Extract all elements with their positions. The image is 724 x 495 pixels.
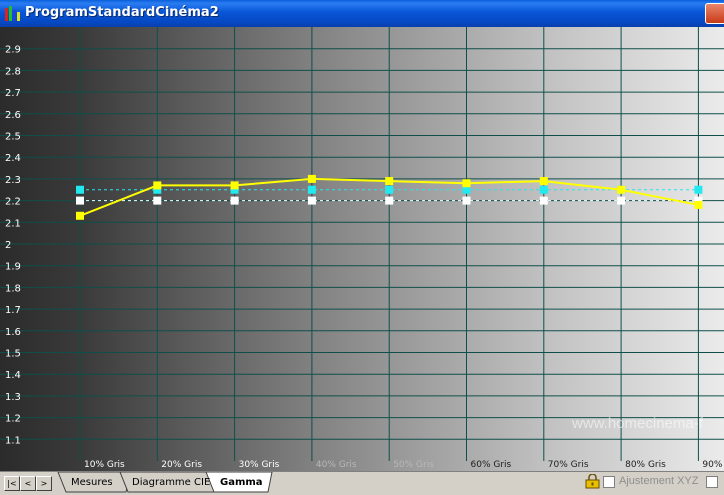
y-tick-label: 2.6: [5, 110, 21, 121]
y-tick-label: 2.7: [5, 88, 21, 99]
y-tick-label: 1.5: [5, 349, 21, 360]
y-tick-label: 2.3: [5, 175, 21, 186]
x-tick-label: 70% Gris: [548, 460, 589, 470]
x-tick-label: 40% Gris: [316, 460, 357, 470]
data-point-measured: [617, 185, 626, 194]
x-tick-label: 50% Gris: [393, 460, 434, 470]
data-point-measured: [462, 179, 471, 188]
x-tick-label: 90%: [702, 460, 722, 470]
close-button[interactable]: [705, 3, 724, 24]
data-point-measured: [539, 177, 548, 186]
xyz-adjust-checkbox[interactable]: [603, 476, 615, 488]
y-tick-label: 1.9: [5, 262, 21, 273]
y-tick-label: 1.3: [5, 392, 21, 403]
y-tick-label: 1.8: [5, 283, 21, 294]
x-axis-labels: 10% Gris 20% Gris 30% Gris 40% Gris 50% Gris…: [84, 460, 723, 470]
window-title: ProgramStandardCinéma2: [25, 5, 219, 20]
xyz-adjust-label: Ajustement XYZ: [619, 475, 699, 487]
x-tick-label: 10% Gris: [84, 460, 125, 470]
y-tick-label: 1.2: [5, 414, 21, 425]
data-point-reference: [385, 196, 394, 205]
chart-grid: [0, 27, 724, 461]
tab-bar: |< < > Mesures Diagramme CIE Gamma: [0, 471, 724, 495]
data-point-measured: [230, 181, 239, 190]
y-tick-label: 2.4: [5, 153, 21, 164]
data-point-target: [539, 185, 548, 194]
data-point-reference: [230, 196, 239, 205]
y-tick-label: 2.1: [5, 218, 21, 229]
data-point-target: [385, 185, 394, 194]
lock-icon[interactable]: [585, 474, 600, 489]
y-tick-label: 1.4: [5, 370, 21, 381]
data-point-reference: [307, 196, 316, 205]
y-tick-label: 1.6: [5, 327, 21, 338]
watermark-text: www.homecinema-f: [571, 415, 704, 432]
tab-gamma[interactable]: Gamma: [220, 477, 263, 488]
data-point-reference: [539, 196, 548, 205]
x-tick-label: 20% Gris: [161, 460, 202, 470]
x-tick-label: 30% Gris: [239, 460, 280, 470]
data-point-measured: [307, 174, 316, 183]
first-sheet-button[interactable]: |<: [4, 476, 20, 491]
x-tick-label: 60% Gris: [471, 460, 512, 470]
chart-background: [0, 27, 724, 471]
tab-mesures[interactable]: Mesures: [71, 477, 113, 488]
y-tick-label: 1.1: [5, 435, 21, 446]
y-tick-label: 2.5: [5, 132, 21, 143]
y-tick-label: 2.9: [5, 45, 21, 56]
data-point-reference: [617, 196, 626, 205]
x-tick-label: 80% Gris: [625, 460, 666, 470]
title-bar[interactable]: ProgramStandardCinéma2: [0, 0, 724, 27]
data-point-measured: [153, 181, 162, 190]
data-point-reference: [76, 196, 84, 205]
prev-sheet-button[interactable]: <: [20, 476, 36, 491]
y-tick-label: 2.8: [5, 66, 21, 77]
y-tick-label: 2.2: [5, 197, 21, 208]
gamma-window: ProgramStandardCinéma2 2.9 2.8 2.7 2.6 2.5 2.…: [0, 0, 724, 495]
y-tick-label: 2: [5, 240, 11, 251]
data-point-target: [307, 185, 316, 194]
data-point-measured: [76, 211, 84, 220]
data-point-reference: [462, 196, 471, 205]
data-point-measured: [385, 177, 394, 186]
extra-option-checkbox[interactable]: [706, 476, 718, 488]
next-sheet-button[interactable]: >: [36, 476, 52, 491]
y-tick-label: 1.7: [5, 305, 21, 316]
tab-diagramme-cie[interactable]: Diagramme CIE: [132, 477, 210, 488]
gamma-chart: 2.9 2.8 2.7 2.6 2.5 2.4 2.3 2.2 2.1 2 1.9 1.8 1.7 1.6…: [0, 27, 724, 471]
bar-chart-app-icon: [5, 6, 20, 21]
data-point-reference: [153, 196, 162, 205]
data-point-measured: [694, 200, 703, 209]
data-point-target: [694, 185, 703, 194]
data-point-target: [76, 185, 84, 194]
